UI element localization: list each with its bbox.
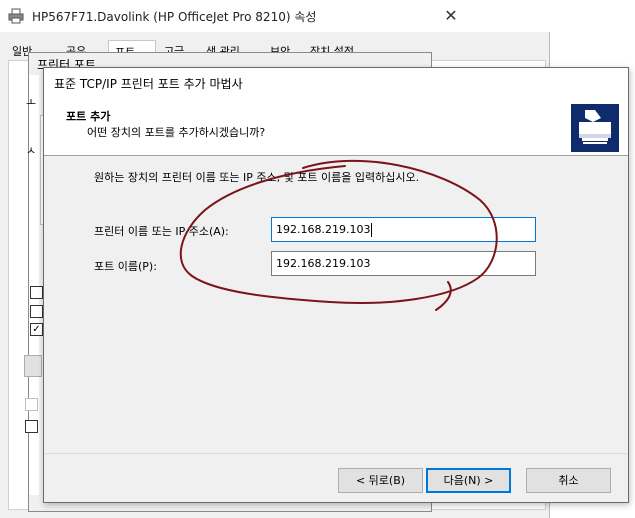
properties-titlebar: HP567F71.Davolink (HP OfficeJet Pro 8210… <box>0 0 550 32</box>
wizard-instruction: 원하는 장치의 프린터 이름 또는 IP 주소, 및 포트 이름을 입력하십시오… <box>94 171 420 184</box>
pooling-checkbox <box>25 398 38 411</box>
port-name-label: 포트 이름(P): <box>94 260 157 273</box>
bg-text-fragment: ㅗ <box>26 96 37 109</box>
port-checkbox[interactable] <box>30 305 43 318</box>
port-name-value: 192.168.219.103 <box>276 257 371 270</box>
printer-network-icon <box>571 104 619 152</box>
properties-title: HP567F71.Davolink (HP OfficeJet Pro 8210… <box>32 10 317 24</box>
bg-button-edge[interactable] <box>24 355 42 377</box>
bidirectional-checkbox[interactable]: ✓ <box>30 323 43 336</box>
wizard-subheading: 어떤 장치의 포트를 추가하시겠습니까? <box>87 126 266 139</box>
port-name-input[interactable]: 192.168.219.103 <box>271 251 536 276</box>
close-icon[interactable]: ✕ <box>440 5 462 27</box>
cancel-button[interactable]: 취소 <box>526 468 611 493</box>
wizard-title: 표준 TCP/IP 프린터 포트 추가 마법사 <box>54 77 243 91</box>
wizard-heading: 포트 추가 <box>66 110 111 123</box>
enable-pooling-checkbox[interactable] <box>25 420 38 433</box>
bg-text-fragment: ㅅ <box>26 144 37 157</box>
port-checkbox[interactable] <box>30 286 43 299</box>
wizard-footer-divider <box>44 453 628 454</box>
wizard-header: 포트 추가 어떤 장치의 포트를 추가하시겠습니까? <box>44 96 628 156</box>
printer-icon <box>8 8 24 24</box>
printer-name-value: 192.168.219.103 <box>276 223 371 236</box>
wizard-titlebar: 표준 TCP/IP 프린터 포트 추가 마법사 <box>44 68 628 96</box>
printer-name-label: 프린터 이름 또는 IP 주소(A): <box>94 225 229 238</box>
text-caret <box>371 223 373 237</box>
printer-name-input[interactable]: 192.168.219.103 <box>271 217 536 242</box>
back-button[interactable]: < 뒤로(B) <box>338 468 423 493</box>
next-button[interactable]: 다음(N) > <box>426 468 511 493</box>
tcpip-port-wizard: 표준 TCP/IP 프린터 포트 추가 마법사 포트 추가 어떤 장치의 포트를… <box>43 67 629 503</box>
